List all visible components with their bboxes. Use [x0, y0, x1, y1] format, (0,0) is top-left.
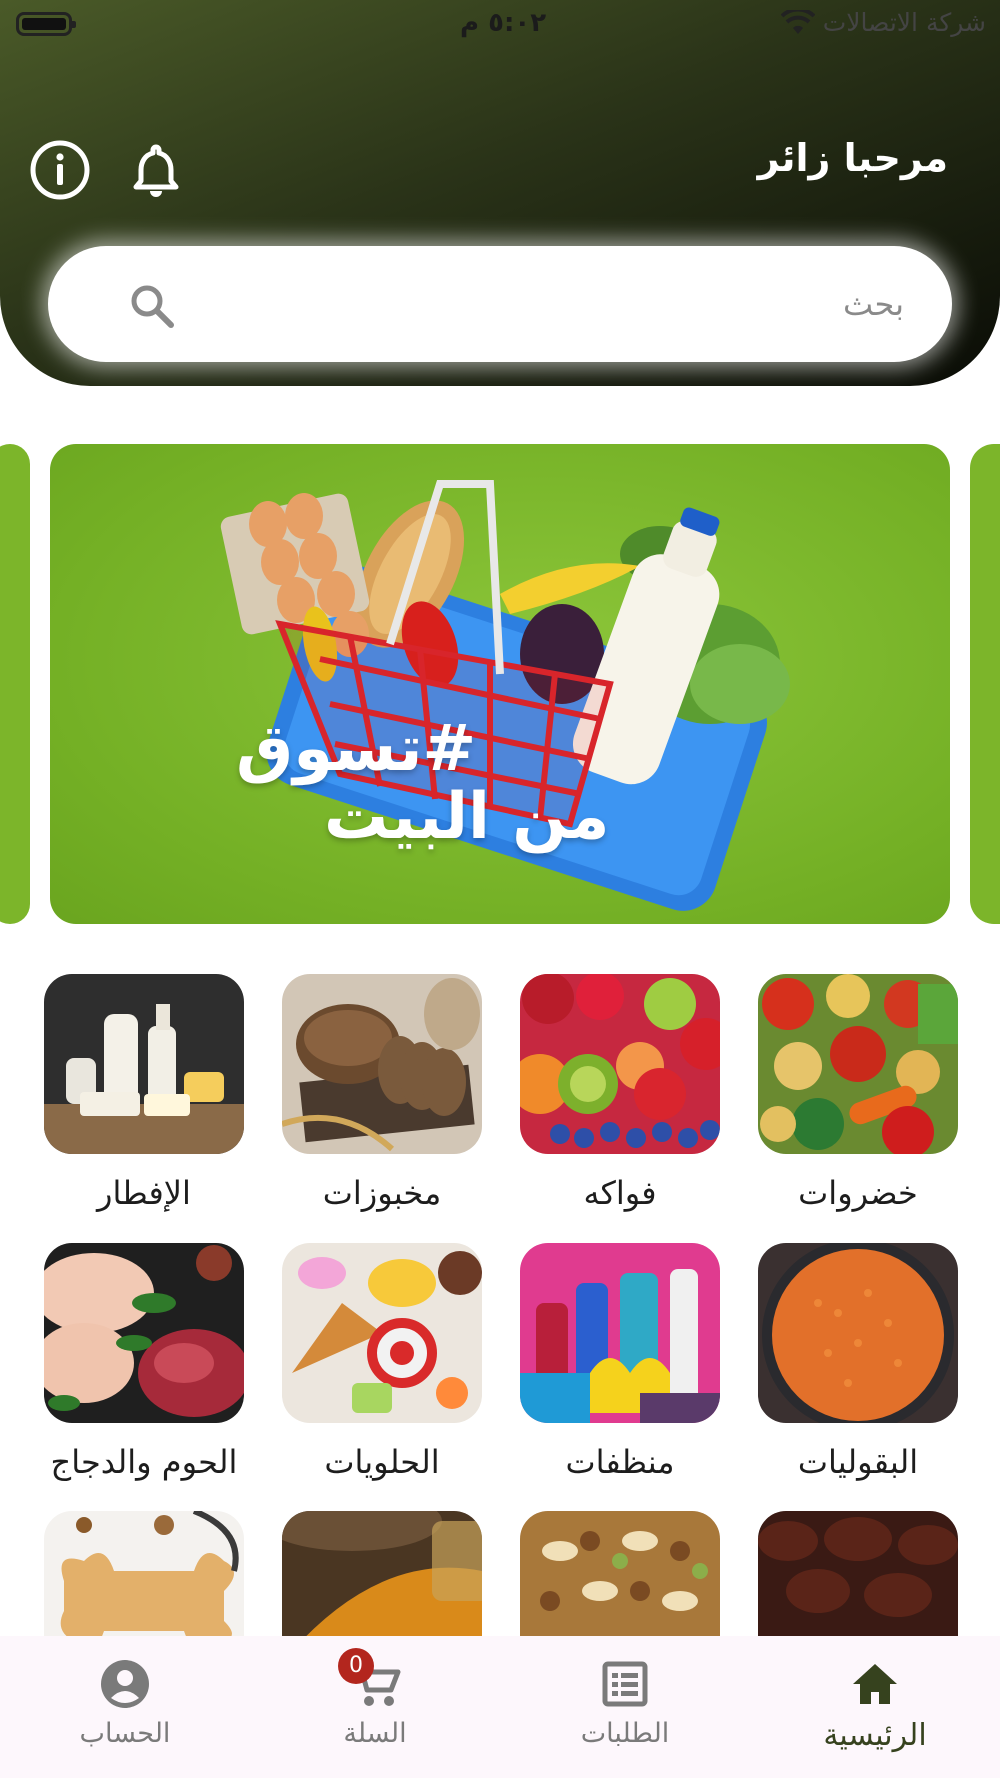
search-icon	[131, 285, 174, 328]
category-image	[520, 1243, 720, 1423]
category-label: الحوم والدجاج	[50, 1443, 238, 1481]
category-sweets[interactable]: الحلويات	[282, 1243, 482, 1481]
nav-account-label: الحساب	[79, 1718, 171, 1749]
category-fruits[interactable]: فواكه	[520, 974, 720, 1212]
home-icon	[853, 1664, 897, 1704]
category-image	[44, 1243, 244, 1423]
category-image	[758, 974, 958, 1154]
banner-subheadline: من البيت	[324, 780, 610, 854]
category-legumes[interactable]: البقوليات	[758, 1243, 958, 1481]
category-image	[282, 974, 482, 1154]
info-icon[interactable]	[28, 138, 92, 202]
battery-icon	[16, 12, 76, 36]
category-label: الإفطار	[97, 1174, 191, 1212]
greeting: مرحبا زائر	[757, 136, 948, 180]
status-time: ٥:٠٢ م	[460, 8, 547, 38]
carousel-prev-slide[interactable]	[0, 444, 30, 924]
nav-home-label: الرئيسية	[823, 1718, 927, 1753]
account-icon	[101, 1660, 149, 1708]
nav-orders-label: الطلبات	[580, 1718, 670, 1749]
search-input[interactable]	[48, 246, 952, 362]
status-bar: ٥:٠٢ م شركة الاتصالات	[0, 0, 1000, 50]
carousel-next-slide[interactable]	[970, 444, 1000, 924]
category-label: الحلويات	[324, 1443, 440, 1481]
category-label: منظفات	[565, 1443, 675, 1481]
nav-orders[interactable]: الطلبات	[500, 1636, 750, 1778]
category-image	[44, 974, 244, 1154]
carrier: شركة الاتصالات	[780, 8, 986, 37]
carrier-name: شركة الاتصالات	[822, 8, 986, 37]
banner-headline: #تسوق	[236, 712, 477, 786]
category-label: فواكه	[583, 1174, 657, 1212]
search-bar[interactable]	[48, 246, 952, 362]
category-label: خضروات	[798, 1174, 918, 1212]
category-label: مخبوزات	[322, 1174, 442, 1212]
category-image	[282, 1243, 482, 1423]
category-bakery[interactable]: مخبوزات	[282, 974, 482, 1212]
category-cleaning[interactable]: منظفات	[520, 1243, 720, 1481]
nav-home[interactable]: الرئيسية	[750, 1636, 1000, 1778]
nav-account[interactable]: الحساب	[0, 1636, 250, 1778]
promo-banner[interactable]: #تسوق من البيت	[50, 444, 950, 924]
header: ٥:٠٢ م شركة الاتصالات مرحبا زائر	[0, 0, 1000, 386]
nav-cart[interactable]: 0 السلة	[250, 1636, 500, 1778]
category-image	[520, 974, 720, 1154]
nav-cart-label: السلة	[343, 1718, 407, 1749]
bell-icon[interactable]	[124, 138, 188, 202]
category-breakfast[interactable]: الإفطار	[44, 974, 244, 1212]
cart-badge: 0	[338, 1648, 374, 1684]
category-meat-chicken[interactable]: الحوم والدجاج	[44, 1243, 244, 1481]
bottom-nav: الرئيسية الطلبات 0 السلة الحساب	[0, 1636, 1000, 1778]
wifi-icon	[780, 9, 815, 34]
category-vegetables[interactable]: خضروات	[758, 974, 958, 1212]
category-image	[758, 1243, 958, 1423]
orders-icon	[602, 1661, 648, 1707]
category-label: البقوليات	[797, 1443, 919, 1481]
